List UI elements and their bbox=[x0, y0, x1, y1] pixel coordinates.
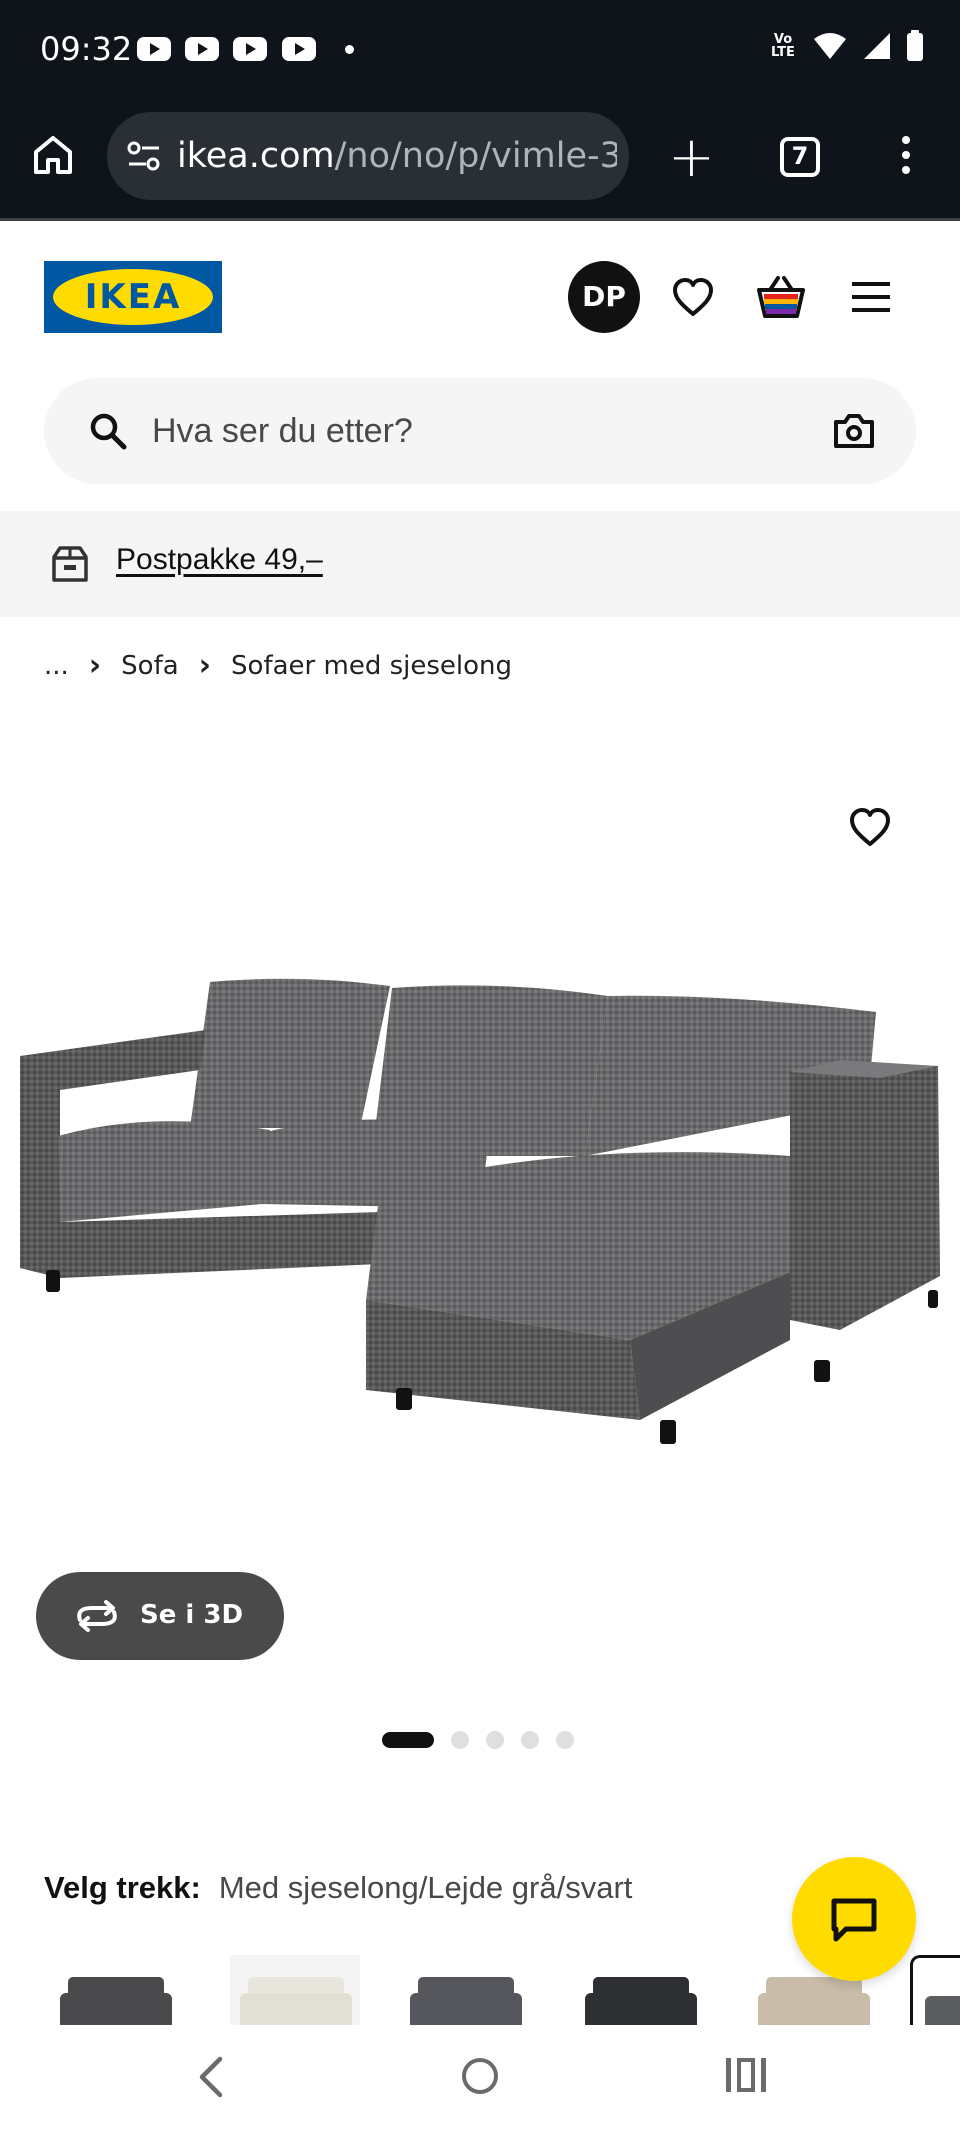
product-image-sofa[interactable] bbox=[0, 960, 960, 1460]
status-time: 09:32 bbox=[40, 30, 133, 68]
gallery-dot[interactable] bbox=[556, 1731, 574, 1749]
chevron-right-icon: › bbox=[88, 648, 102, 683]
save-to-favourites-icon[interactable] bbox=[848, 806, 892, 848]
visual-search-camera-icon[interactable] bbox=[832, 412, 876, 450]
cover-selection: Velg trekk: Med sjeselong/Lejde grå/svar… bbox=[44, 1870, 632, 1906]
view-in-3d-label: Se i 3D bbox=[140, 1600, 244, 1630]
breadcrumb-item-sofa[interactable]: Sofa bbox=[121, 651, 179, 681]
cover-label: Velg trekk: bbox=[44, 1870, 201, 1905]
youtube-notification-icon bbox=[233, 37, 267, 61]
browser-menu-button[interactable] bbox=[902, 136, 910, 181]
url-text: ikea.com/no/no/p/vimle-3-s bbox=[177, 136, 617, 176]
search-bar[interactable] bbox=[44, 378, 916, 484]
gallery-dot[interactable] bbox=[521, 1731, 539, 1749]
gallery-dot[interactable] bbox=[486, 1731, 504, 1749]
hamburger-menu-icon[interactable] bbox=[852, 282, 890, 312]
delivery-promo-banner: Postpakke 49,– bbox=[0, 511, 960, 617]
rotate-3d-icon bbox=[77, 1600, 117, 1632]
volte-icon: Vo LTE bbox=[771, 32, 795, 60]
gallery-pagination bbox=[382, 1731, 574, 1749]
status-bar: 09:32 Vo LTE bbox=[0, 0, 960, 100]
view-in-3d-button[interactable]: Se i 3D bbox=[36, 1572, 284, 1660]
gallery-dot[interactable] bbox=[451, 1731, 469, 1749]
cover-swatch[interactable] bbox=[575, 1955, 705, 2025]
breadcrumb-ellipsis[interactable]: ... bbox=[44, 651, 69, 681]
youtube-notification-icon bbox=[137, 37, 171, 61]
ikea-logo[interactable]: IKEA bbox=[44, 261, 222, 333]
battery-icon bbox=[907, 30, 923, 61]
wifi-icon bbox=[814, 33, 846, 59]
youtube-notification-icon bbox=[282, 37, 316, 61]
breadcrumb: ... › Sofa › Sofaer med sjeselong bbox=[44, 648, 512, 683]
parcel-icon bbox=[52, 546, 88, 582]
cover-value: Med sjeselong/Lejde grå/svart bbox=[218, 1870, 633, 1905]
home-circle-icon[interactable] bbox=[462, 2058, 498, 2094]
new-tab-button[interactable]: + bbox=[668, 130, 715, 186]
cover-swatch-selected[interactable] bbox=[910, 1955, 960, 2025]
home-icon[interactable] bbox=[30, 132, 76, 178]
shopping-bag-icon[interactable] bbox=[756, 274, 806, 320]
youtube-notification-icon bbox=[185, 37, 219, 61]
logo-text: IKEA bbox=[84, 277, 182, 317]
search-icon bbox=[90, 413, 127, 450]
search-input[interactable] bbox=[152, 406, 712, 456]
chat-button[interactable] bbox=[792, 1857, 916, 1981]
status-icons: Vo LTE bbox=[768, 30, 924, 62]
cover-swatch[interactable] bbox=[230, 1955, 360, 2025]
chat-bubble-icon bbox=[831, 1898, 877, 1942]
cover-swatch[interactable] bbox=[50, 1955, 180, 2025]
address-bar[interactable]: ikea.com/no/no/p/vimle-3-s bbox=[107, 112, 629, 200]
toolbar-divider bbox=[0, 218, 960, 221]
site-settings-icon[interactable] bbox=[125, 138, 163, 174]
more-notifications-icon bbox=[345, 45, 354, 54]
cover-swatch[interactable] bbox=[400, 1955, 530, 2025]
gallery-dot-active[interactable] bbox=[382, 1732, 434, 1748]
postpakke-link[interactable]: Postpakke 49,– bbox=[116, 543, 323, 577]
back-icon[interactable] bbox=[196, 2055, 226, 2099]
signal-icon bbox=[864, 33, 890, 59]
breadcrumb-item-sofaer-med-sjeselong[interactable]: Sofaer med sjeselong bbox=[231, 651, 512, 681]
chevron-right-icon: › bbox=[198, 648, 212, 683]
account-avatar[interactable]: DP bbox=[568, 261, 640, 333]
tab-switcher-button[interactable]: 7 bbox=[780, 137, 820, 177]
system-navigation-bar bbox=[0, 2025, 960, 2133]
favourites-heart-icon[interactable] bbox=[671, 276, 715, 318]
recent-apps-icon[interactable] bbox=[726, 2058, 766, 2092]
